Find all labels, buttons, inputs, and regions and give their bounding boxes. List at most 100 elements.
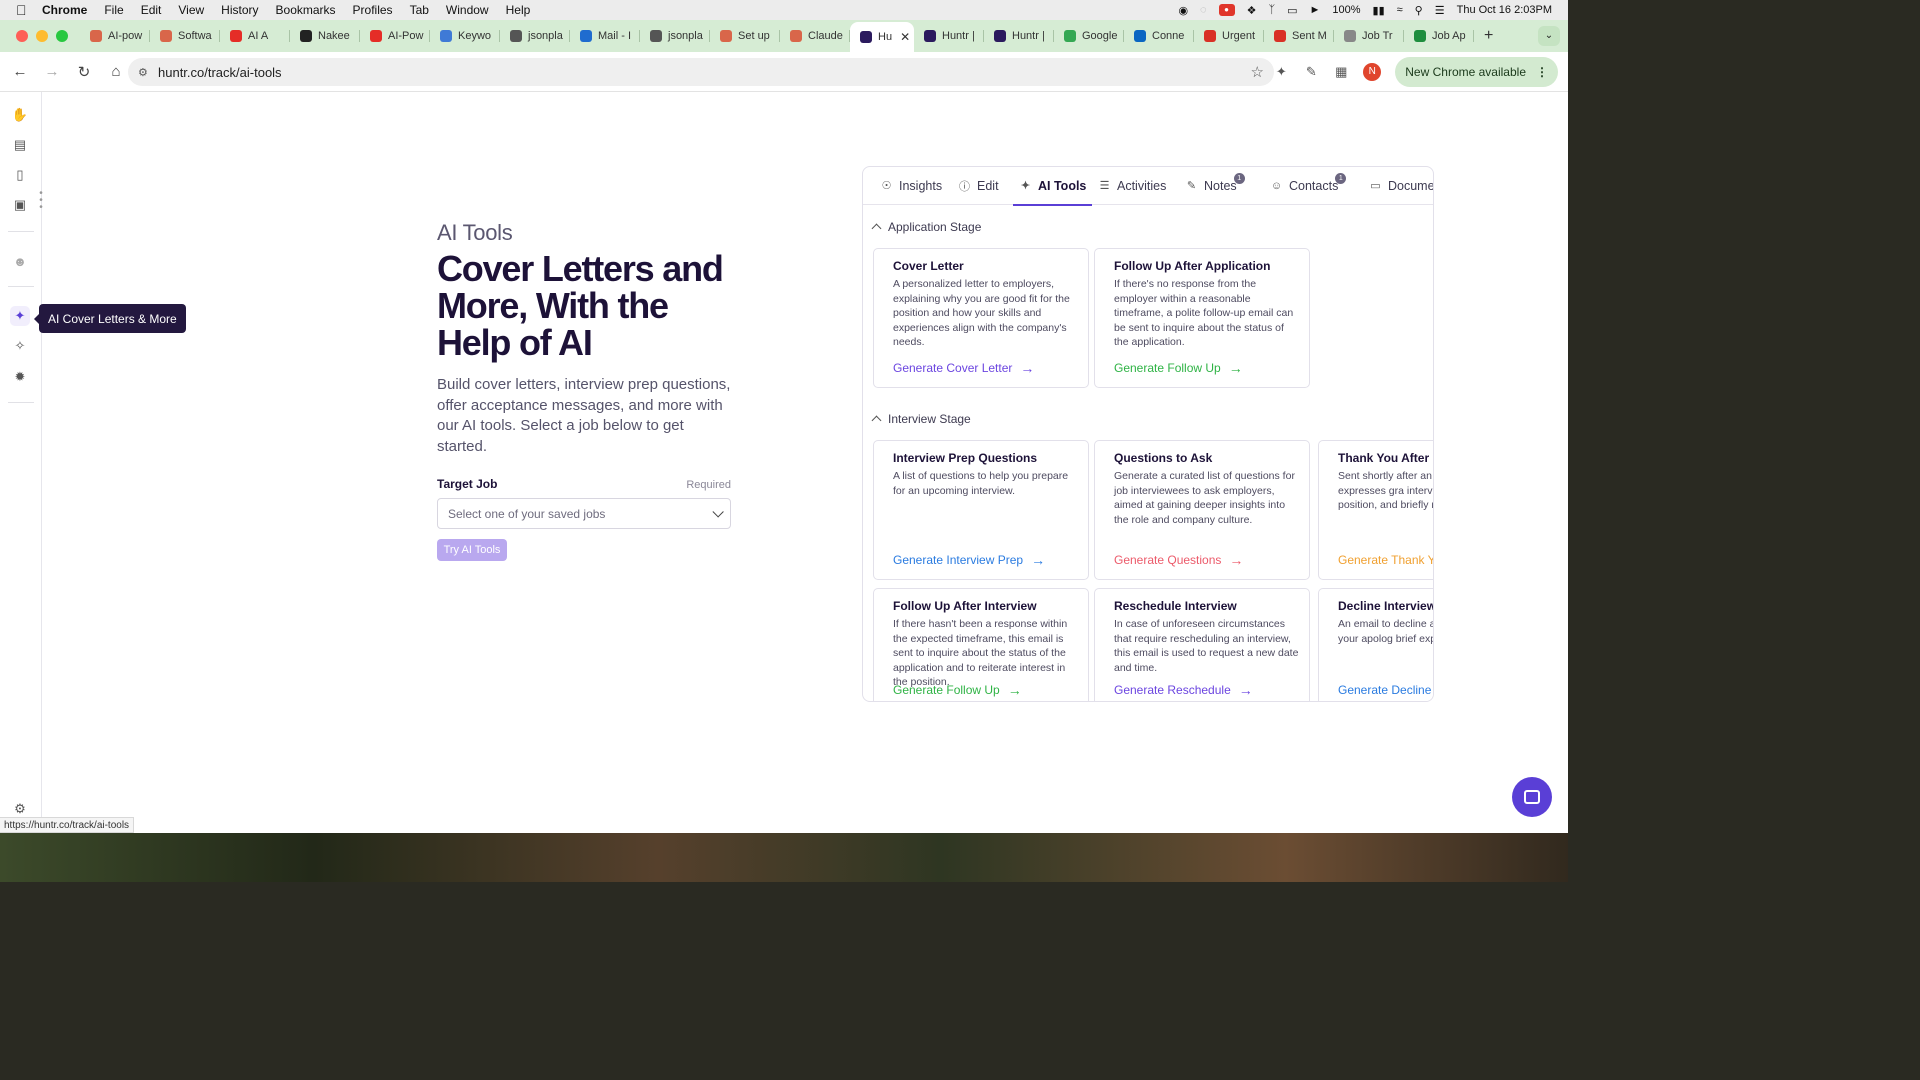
extensions-puzzle-icon[interactable]: ▦ [1333,64,1349,80]
browser-tab[interactable]: Softwa [150,23,220,49]
menu-app-name[interactable]: Chrome [42,3,87,17]
browser-tab[interactable]: Google [1054,23,1124,49]
apple-icon[interactable]:  [16,2,32,18]
menu-profiles[interactable]: Profiles [353,3,393,17]
site-info-icon[interactable]: ⚙ [138,66,154,79]
panel-tab[interactable]: ✎ Notes 1 [1185,167,1245,205]
target-job-select[interactable]: Select one of your saved jobs [437,498,731,529]
section-application-stage[interactable]: Application Stage [871,220,981,234]
menu-view[interactable]: View [178,3,204,17]
wifi-icon[interactable]: ≈ [1397,4,1403,16]
minimize-window-button[interactable] [36,30,48,42]
menu-help[interactable]: Help [506,3,531,17]
browser-tab-bar: AI-pow Softwa AI A Nakee AI-Pow Keywo jsonpla M… [0,20,1568,52]
browser-tab[interactable]: AI A [220,23,290,49]
chat-support-button[interactable] [1512,777,1552,817]
browser-tab[interactable]: Keywo [430,23,500,49]
card-title: Thank You After Inte [1338,451,1433,465]
rail-resize-handle[interactable]: • • • [38,189,44,213]
panel-tab[interactable]: ⓘ Edit [958,167,999,205]
menu-tab[interactable]: Tab [410,3,429,17]
document-icon[interactable]: ▯ [10,165,30,185]
close-window-button[interactable] [16,30,28,42]
generate-link-label: Generate Interview Prep [893,553,1024,567]
menu-window[interactable]: Window [446,3,489,17]
generate-link[interactable]: Generate Cover Letter → [893,360,1034,376]
bookmark-star-icon[interactable]: ☆ [1251,63,1264,81]
browser-tab[interactable]: Conne [1124,23,1194,49]
archive-icon[interactable]: ▣ [10,195,30,215]
generate-link[interactable]: Generate Follow Up → [1114,360,1243,376]
browser-tab[interactable]: jsonpla [500,23,570,49]
browser-tab[interactable]: Set up [710,23,780,49]
browser-tab[interactable]: jsonpla [640,23,710,49]
settings-gear-icon[interactable]: ⚙ [12,801,28,817]
briefcase-icon[interactable]: ▤ [10,135,30,155]
battery-icon[interactable]: ▮▮ [1373,4,1385,17]
generate-link[interactable]: Generate Questions → [1114,552,1243,568]
close-tab-icon[interactable]: ✕ [900,30,910,44]
control-center-icon[interactable]: ☰ [1435,4,1445,17]
screen-mirror-icon[interactable]: ▭ [1287,4,1297,17]
chevron-up-icon [871,223,882,234]
magic-wand-icon[interactable]: ✧ [10,336,30,356]
browser-tab[interactable]: Job Ap [1404,23,1474,49]
ai-sparkle-icon[interactable]: ✦ [10,306,30,326]
address-bar[interactable]: ⚙ huntr.co/track/ai-tools ☆ [128,58,1274,86]
cube-icon[interactable]: ◉ [1178,4,1188,17]
panel-tab[interactable]: ☺ Contacts 1 [1270,167,1347,205]
hand-wave-icon[interactable]: ✋ [10,105,30,125]
browser-tab[interactable]: AI-pow [80,23,150,49]
tab-title: Huntr | [1012,30,1045,42]
reload-icon[interactable]: ↻ [70,63,98,81]
browser-tab[interactable]: Huntr | [984,23,1054,49]
user-circle-icon[interactable]: ☻ [10,251,30,271]
back-arrow-icon[interactable]: ← [6,63,34,80]
generate-link[interactable]: Generate Decline→ [1338,682,1433,698]
browser-tab[interactable]: Hu ✕ [850,22,914,52]
record-icon[interactable]: ● [1218,4,1235,16]
panel-tab[interactable]: ✦ AI Tools [1012,167,1093,206]
extension-edit-icon[interactable]: ✎ [1303,64,1319,80]
browser-tab[interactable]: AI-Pow [360,23,430,49]
card-title: Cover Letter [893,259,964,273]
try-ai-tools-button[interactable]: Try AI Tools [437,539,507,561]
generate-link-label: Generate Questions [1114,553,1222,567]
generate-link[interactable]: Generate Reschedule → [1114,682,1253,698]
menu-history[interactable]: History [221,3,258,17]
tab-title: jsonpla [528,30,563,42]
browser-tab[interactable]: Claude [780,23,850,49]
extension-feather-icon[interactable]: ✦ [1273,64,1289,80]
spinner-icon[interactable]: ◌ [1200,4,1207,16]
profile-avatar[interactable]: N [1363,63,1382,81]
browser-tab[interactable]: Job Tr [1334,23,1404,49]
tab-search-chevron-icon[interactable]: ⌄ [1538,26,1560,46]
browser-tab[interactable]: Huntr | [914,23,984,49]
panel-tab[interactable]: ☉ Insights [880,167,943,205]
browser-tab[interactable]: Sent M [1264,23,1334,49]
panel-tab[interactable]: ☰ Activities [1098,167,1167,205]
generate-link[interactable]: Generate Follow Up → [893,682,1022,698]
puzzle-piece-icon[interactable]: ✹ [10,367,30,387]
section-interview-stage[interactable]: Interview Stage [871,412,971,426]
panel-tab[interactable]: ▭ Documen [1369,167,1433,205]
address-url[interactable]: huntr.co/track/ai-tools [158,65,282,80]
generate-link[interactable]: Generate Interview Prep → [893,552,1045,568]
home-icon[interactable]: ⌂ [102,63,130,80]
forward-arrow-icon[interactable]: → [38,63,66,80]
chrome-update-button[interactable]: New Chrome available ⋮ [1395,57,1558,87]
browser-tab[interactable]: Urgent [1194,23,1264,49]
zoom-window-button[interactable] [56,30,68,42]
bluetooth-icon[interactable]: ᛉ [1268,4,1275,16]
browser-tab[interactable]: Mail - I [570,23,640,49]
menu-bookmarks[interactable]: Bookmarks [276,3,336,17]
menu-file[interactable]: File [104,3,123,17]
play-icon[interactable]: ► [1309,4,1320,16]
menu-edit[interactable]: Edit [141,3,162,17]
search-icon[interactable]: ⚲ [1415,4,1423,17]
dropbox-icon[interactable]: ❖ [1247,4,1257,17]
browser-tab[interactable]: Nakee [290,23,360,49]
generate-link[interactable]: Generate Thank You→ [1338,552,1433,568]
new-tab-button[interactable]: + [1484,27,1493,45]
menubar-clock[interactable]: Thu Oct 16 2:03PM [1457,4,1552,16]
